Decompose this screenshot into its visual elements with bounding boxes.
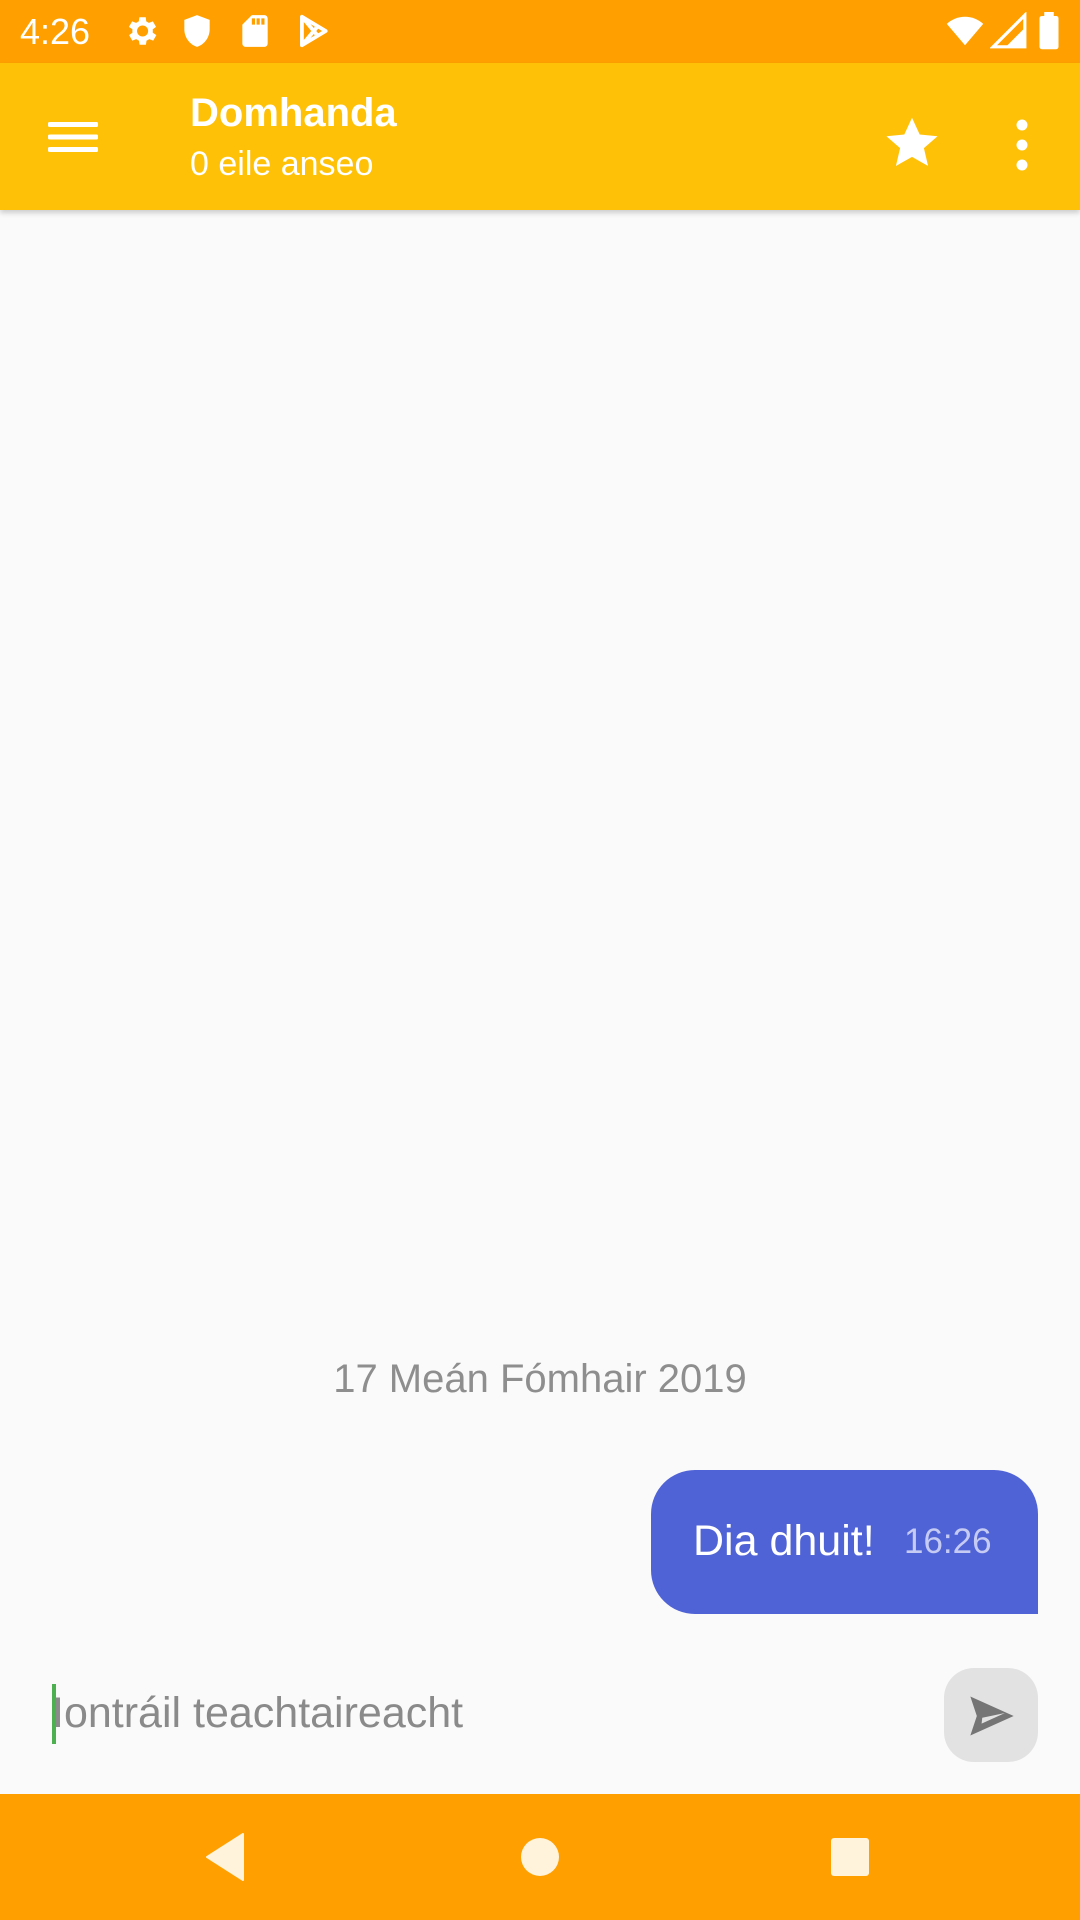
message-time: 16:26 bbox=[904, 1522, 992, 1561]
date-divider: 17 Meán Fómhair 2019 bbox=[333, 1357, 747, 1401]
app-title: Domhanda bbox=[190, 91, 397, 135]
send-button[interactable] bbox=[944, 1668, 1038, 1762]
menu-icon bbox=[48, 122, 98, 152]
message-input[interactable] bbox=[52, 1680, 912, 1746]
signal-icon bbox=[990, 12, 1028, 50]
settings-icon bbox=[122, 12, 160, 50]
navigation-bar bbox=[0, 1794, 1080, 1920]
favorite-button[interactable] bbox=[870, 103, 954, 187]
app-bar: Domhanda 0 eile anseo bbox=[0, 63, 1080, 210]
recents-button[interactable] bbox=[817, 1824, 883, 1890]
sd-card-icon bbox=[236, 12, 274, 50]
wifi-icon bbox=[944, 12, 986, 50]
send-icon bbox=[970, 1696, 1014, 1736]
message-text: Dia dhuit! bbox=[693, 1517, 875, 1565]
back-button[interactable] bbox=[193, 1824, 259, 1890]
menu-button[interactable] bbox=[30, 100, 114, 174]
app-subtitle: 0 eile anseo bbox=[190, 145, 374, 183]
home-icon bbox=[521, 1838, 559, 1876]
shield-icon bbox=[178, 12, 216, 50]
home-button[interactable] bbox=[507, 1824, 573, 1890]
play-store-icon bbox=[294, 12, 332, 50]
outgoing-message-bubble[interactable]: Dia dhuit! 16:26 bbox=[651, 1470, 1038, 1614]
text-cursor bbox=[52, 1684, 56, 1744]
star-icon bbox=[886, 117, 938, 166]
more-options-button[interactable] bbox=[992, 103, 1052, 187]
status-time: 4:26 bbox=[20, 11, 91, 52]
recents-icon bbox=[831, 1838, 869, 1876]
status-bar: 4:26 bbox=[0, 0, 1080, 63]
more-vert-icon bbox=[1016, 119, 1028, 171]
back-icon bbox=[206, 1833, 244, 1881]
chat-screen: 4:26 Domhanda 0 eile anseo 17 Meán Fómha… bbox=[0, 0, 1080, 1920]
battery-icon bbox=[1036, 12, 1062, 50]
